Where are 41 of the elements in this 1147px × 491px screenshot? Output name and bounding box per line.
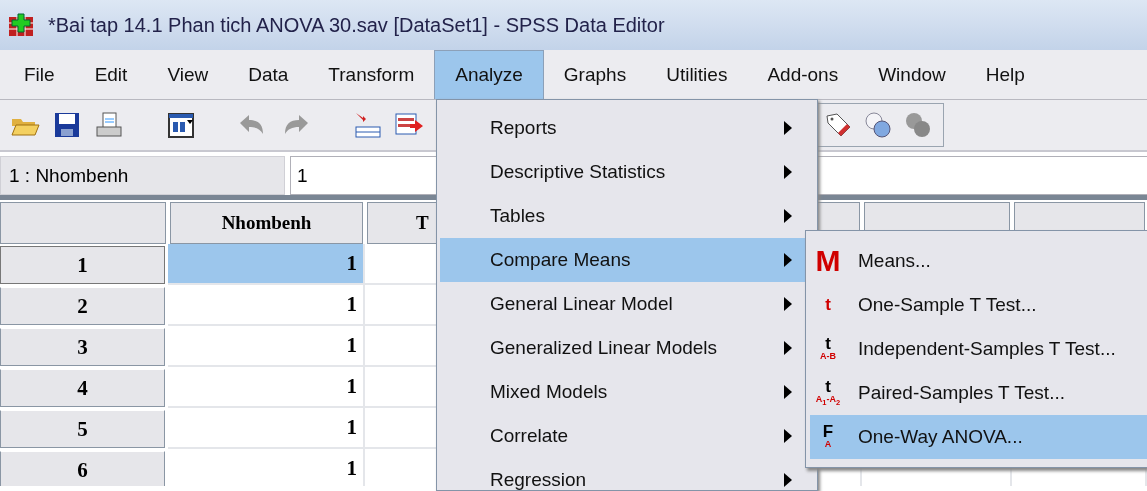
menu-item[interactable]: F A One-Way ANOVA... — [810, 415, 1147, 459]
circles-icon[interactable] — [863, 110, 893, 140]
menu-item[interactable]: Tables — [440, 194, 814, 238]
menu-item[interactable]: Edit — [74, 50, 148, 99]
column-header[interactable]: Nhombenh — [170, 202, 363, 244]
circles-icon[interactable] — [903, 110, 933, 140]
menu-item[interactable]: Regression — [440, 458, 814, 491]
menu-item[interactable]: Add-ons — [747, 50, 859, 99]
menu-item[interactable]: Utilities — [646, 50, 748, 99]
menu-item[interactable]: Data — [228, 50, 309, 99]
window-title: *Bai tap 14.1 Phan tich ANOVA 30.sav [DataSet1] - SPSS Data Editor — [48, 13, 665, 37]
table-cell[interactable]: 1 — [168, 367, 365, 408]
t-test-icon: t A$_{1}$-A$_{2}$ — [815, 380, 841, 406]
t-test-icon: t — [825, 297, 831, 313]
menu-item[interactable]: Analyze — [434, 50, 544, 99]
save-icon[interactable] — [52, 110, 82, 140]
row-header[interactable]: 5 — [0, 410, 165, 448]
dialog-icon[interactable] — [166, 110, 196, 140]
row-header[interactable]: 2 — [0, 287, 165, 325]
menu-item[interactable]: Transform — [308, 50, 435, 99]
table-cell[interactable]: 1 — [168, 449, 365, 486]
t-test-icon: t A-B — [820, 337, 836, 361]
app-icon — [8, 13, 34, 37]
menu-item[interactable]: View — [147, 50, 229, 99]
cell-name-label: 1 : Nhombenh — [0, 156, 285, 195]
menu-item[interactable]: Help — [965, 50, 1045, 99]
row-header[interactable]: 4 — [0, 369, 165, 407]
menu-item[interactable]: Window — [858, 50, 966, 99]
table-cell[interactable]: 1 — [168, 408, 365, 449]
menu-item[interactable]: Descriptive Statistics — [440, 150, 814, 194]
table-cell[interactable]: 1 — [168, 244, 365, 285]
menu-item[interactable]: File — [4, 50, 75, 99]
table-cell[interactable]: 1 — [168, 326, 365, 367]
print-icon[interactable] — [94, 110, 124, 140]
means-icon: M — [815, 248, 841, 274]
row-header[interactable]: 1 — [0, 246, 165, 284]
menu-item[interactable]: Graphs — [543, 50, 647, 99]
row-header[interactable]: 3 — [0, 328, 165, 366]
anova-icon: F A — [822, 425, 834, 449]
row-header[interactable]: 6 — [0, 451, 165, 486]
table-cell[interactable]: 1 — [168, 285, 365, 326]
